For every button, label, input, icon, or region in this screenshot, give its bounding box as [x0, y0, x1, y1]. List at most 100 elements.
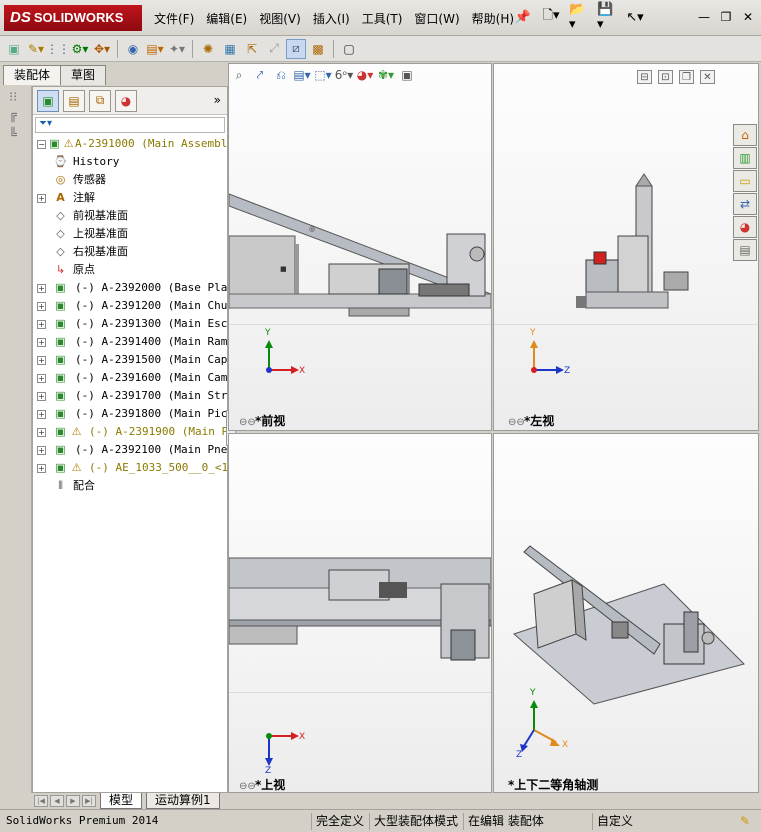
expand-toggle[interactable]: +	[37, 410, 46, 419]
tab-assembly[interactable]: 装配体	[3, 65, 62, 85]
new-document-icon[interactable]: 🗋▾	[540, 6, 562, 28]
expand-toggle[interactable]: +	[37, 464, 46, 473]
expand-toggle[interactable]: +	[37, 392, 46, 401]
pin-icon[interactable]: 📌	[512, 6, 534, 28]
exploded-view-icon[interactable]: ⇱	[242, 39, 262, 59]
hide-show-icon[interactable]: ◕▾	[356, 66, 374, 84]
tree-item-front-plane[interactable]: ◇ 前视基准面	[33, 207, 227, 225]
tree-item-component[interactable]: + ▣ (-) A-2391500 (Main Captur	[33, 351, 227, 369]
viewport-front[interactable]: ■ ◎ Y X ⊖⊖*前视	[228, 63, 492, 431]
feature-tree-icon[interactable]: ▣	[37, 89, 59, 112]
tile-vertical-icon[interactable]: ⊡	[658, 70, 673, 84]
solidworks-logo[interactable]: DS SOLIDWORKS	[4, 5, 142, 31]
tree-item-component[interactable]: + ▣ (-) A-2391400 (Main Ramp A	[33, 333, 227, 351]
tree-item-component[interactable]: + ▣ (-) A-2391600 (Main Camera	[33, 369, 227, 387]
link-views-icon[interactable]: ⊖⊖	[239, 781, 256, 792]
restore-icon[interactable]: ❐	[717, 8, 735, 26]
property-manager-icon[interactable]: ▤	[63, 89, 85, 112]
section-view-icon[interactable]: ▤▾	[293, 66, 311, 84]
tree-item-history[interactable]: ⌚ History	[33, 153, 227, 171]
bill-of-materials-icon[interactable]: ▦	[220, 39, 240, 59]
restore-viewport-icon[interactable]: ❐	[679, 70, 694, 84]
home-icon[interactable]: ⌂	[733, 124, 757, 146]
save-icon[interactable]: 💾▾	[596, 2, 618, 32]
zoom-area-icon[interactable]: ⤤	[251, 66, 269, 84]
menu-view[interactable]: 视图(V)	[253, 8, 307, 29]
configuration-manager-icon[interactable]: ⧉	[89, 89, 111, 112]
sketch-view-icon[interactable]: ╚	[9, 128, 25, 144]
display-style-icon[interactable]: 6ᵒ▾	[335, 66, 354, 84]
tree-item-origin[interactable]: ↳ 原点	[33, 261, 227, 279]
link-views-icon[interactable]: ⊖⊖	[508, 417, 525, 428]
viewport-isometric[interactable]: Y X Z *上下二等角轴测	[493, 433, 759, 793]
link-views-icon[interactable]: ⊖⊖	[239, 417, 256, 428]
expand-toggle[interactable]: +	[37, 338, 46, 347]
smart-fasteners-icon[interactable]: ⚙▾	[70, 39, 90, 59]
reference-geometry-icon[interactable]: ✦▾	[167, 39, 187, 59]
new-motion-icon[interactable]: ✺	[198, 39, 218, 59]
tile-horizontal-icon[interactable]: ⊟	[637, 70, 652, 84]
menu-window[interactable]: 窗口(W)	[408, 8, 465, 29]
display-manager-icon[interactable]: ◕	[115, 89, 137, 112]
tree-item-component[interactable]: + ▣ (-) A-2392000 (Base Plate	[33, 279, 227, 297]
view-palette-icon[interactable]: ⇄	[733, 193, 757, 215]
show-hidden-icon[interactable]: ◉	[123, 39, 143, 59]
menu-edit[interactable]: 编辑(E)	[200, 8, 253, 29]
select-icon[interactable]: ↖▾	[624, 6, 646, 28]
expand-toggle[interactable]: +	[37, 194, 46, 203]
tree-item-component[interactable]: + ▣ (-) A-2391300 (Main Escape	[33, 315, 227, 333]
design-library-icon[interactable]: ▥	[733, 147, 757, 169]
explode-line-icon[interactable]: ⤢	[264, 39, 284, 59]
close-icon[interactable]: ✕	[739, 8, 757, 26]
minimize-icon[interactable]: —	[695, 8, 713, 26]
tab-sketch[interactable]: 草图	[60, 65, 107, 85]
tab-model[interactable]: 模型	[100, 793, 143, 809]
menu-insert[interactable]: 插入(I)	[307, 8, 356, 29]
expand-toggle[interactable]: +	[37, 356, 46, 365]
tree-item-component[interactable]: + ▣ (-) A-2391700 (Main Stripp	[33, 387, 227, 405]
viewport-top[interactable]: X Z ⊖⊖*上视	[228, 433, 492, 793]
tree-item-component[interactable]: + ▣ (-) A-2391800 (Main Pickup	[33, 405, 227, 423]
instant3d-icon[interactable]: ▢	[339, 39, 359, 59]
close-viewport-icon[interactable]: ✕	[700, 70, 715, 84]
menu-tools[interactable]: 工具(T)	[356, 8, 409, 29]
expand-toggle[interactable]: +	[37, 320, 46, 329]
zoom-to-fit-icon[interactable]: ⌕	[230, 66, 248, 84]
mate-icon[interactable]: ✎▾	[26, 39, 46, 59]
custom-units[interactable]: 自定义	[592, 813, 637, 830]
tree-item-component[interactable]: + ▣ ⚠ (-) A-2391900 (Main Pic	[33, 423, 227, 441]
expand-toggle[interactable]: +	[37, 428, 46, 437]
previous-view-icon[interactable]: ⎌	[272, 66, 290, 84]
grip-icon[interactable]: ⁝⁝	[9, 90, 25, 106]
tree-item-top-plane[interactable]: ◇ 上视基准面	[33, 225, 227, 243]
tree-item-sensors[interactable]: ◎ 传感器	[33, 171, 227, 189]
tree-item-main-assembly[interactable]: − ▣ ⚠ A-2391000 (Main Assembly)	[33, 135, 227, 153]
prev-tab-icon[interactable]: ◀	[50, 795, 64, 807]
last-tab-icon[interactable]: ▶|	[82, 795, 96, 807]
open-icon[interactable]: 📂▾	[568, 2, 590, 32]
viewport-left[interactable]: Y Z ⊖⊖*左视	[493, 63, 759, 431]
help-icon[interactable]: ✎	[736, 813, 754, 830]
view-orientation-icon[interactable]: ⬚▾	[314, 66, 332, 84]
edit-appearance-icon[interactable]: ✾▾	[377, 66, 395, 84]
move-component-icon[interactable]: ✥▾	[92, 39, 112, 59]
first-tab-icon[interactable]: |◀	[34, 795, 48, 807]
clearance-icon[interactable]: ▩	[308, 39, 328, 59]
expand-toggle[interactable]: +	[37, 284, 46, 293]
tree-view-icon[interactable]: ╔	[9, 108, 25, 124]
appearances-icon[interactable]: ◕	[733, 216, 757, 238]
tab-motion-study[interactable]: 运动算例1	[146, 793, 220, 809]
tree-item-annotations[interactable]: + A 注解	[33, 189, 227, 207]
view-settings-icon[interactable]: ▣	[398, 66, 416, 84]
filter-icon[interactable]: ⏷▾	[35, 117, 225, 133]
tree-item-mates[interactable]: ⫴ 配合	[33, 477, 227, 495]
more-tabs-button[interactable]: »	[214, 93, 221, 107]
tree-item-component[interactable]: + ▣ ⚠ (-) AE_1033_500__0_<1>	[33, 459, 227, 477]
file-explorer-icon[interactable]: ▭	[733, 170, 757, 192]
assembly-features-icon[interactable]: ▤▾	[145, 39, 165, 59]
interference-icon[interactable]: ⧄	[286, 38, 306, 59]
collapse-toggle[interactable]: −	[37, 140, 46, 149]
next-tab-icon[interactable]: ▶	[66, 795, 80, 807]
tree-item-component[interactable]: + ▣ (-) A-2391200 (Main Chute	[33, 297, 227, 315]
expand-toggle[interactable]: +	[37, 302, 46, 311]
